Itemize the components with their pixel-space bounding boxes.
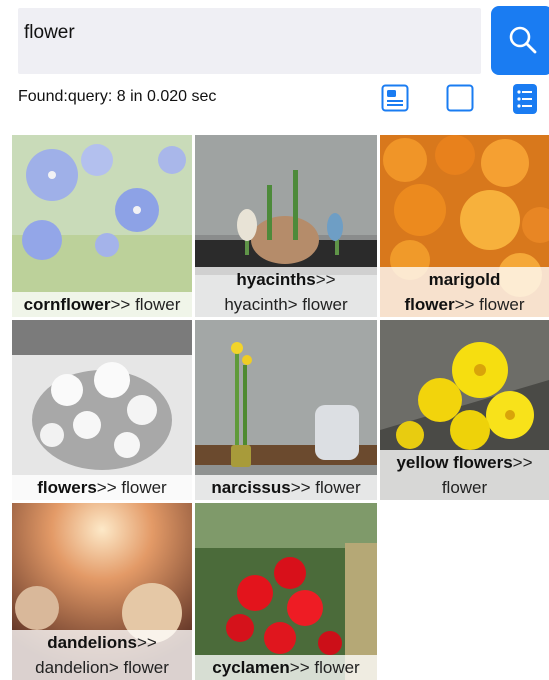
result-tile[interactable]: yellow flowers>> flower [380,320,549,500]
caption-path: dandelion> flower [35,658,169,677]
caption-path: >> flower [110,295,181,314]
caption-term: yellow flowers [396,453,513,472]
result-caption: dandelions>> dandelion> flower [12,630,192,680]
list-view-icon [513,84,537,114]
caption-path: >> flower [454,295,525,314]
caption-term: flowers [37,478,97,497]
caption-path: >> [136,633,157,652]
card-view-button[interactable] [381,84,409,112]
result-tile[interactable]: dandelions>> dandelion> flower [12,503,192,680]
result-caption: narcissus>> flower [195,475,377,500]
result-caption: yellow flowers>> flower [380,450,549,500]
result-caption: flowers>> flower [12,475,192,500]
results-status: Found:query: 8 in 0.020 sec [18,88,217,105]
search-field[interactable] [18,8,481,74]
result-tile[interactable]: hyacinths>> hyacinth> flower [195,135,377,317]
caption-term: dandelions [47,633,137,652]
result-caption: hyacinths>> hyacinth> flower [195,267,377,317]
caption-path: >> [512,453,533,472]
result-caption: cornflower>> flower [12,292,192,317]
result-tile[interactable]: narcissus>> flower [195,320,377,500]
result-tile[interactable]: cyclamen>> flower [195,503,377,680]
caption-term: hyacinths [236,270,316,289]
search-input[interactable] [24,18,464,48]
narcissus-photo [195,320,377,500]
caption-term: marigold [428,270,501,289]
caption-term: cyclamen [212,658,290,677]
single-view-icon [446,84,474,112]
search-button[interactable] [491,6,549,75]
caption-path: >> flower [289,658,360,677]
caption-path: >> flower [290,478,361,497]
caption-path: flower [441,478,488,497]
cornflower-photo [12,135,192,317]
result-caption: marigold flower>> flower [380,267,549,317]
result-caption: cyclamen>> flower [195,655,377,680]
search-icon [509,26,537,54]
result-tile[interactable]: flowers>> flower [12,320,192,500]
caption-path: >> [315,270,336,289]
single-view-button[interactable] [446,84,474,112]
caption-path: hyacinth> flower [224,295,348,314]
result-tile[interactable]: marigold flower>> flower [380,135,549,317]
caption-path: >> flower [96,478,167,497]
result-tile[interactable]: cornflower>> flower [12,135,192,317]
caption-term: cornflower [23,295,111,314]
caption-term: narcissus [211,478,291,497]
cyclamen-photo [195,503,377,680]
caption-term: flower [404,295,455,314]
card-view-icon [381,84,409,112]
list-view-button[interactable] [512,84,538,114]
snowy-flowers-photo [12,320,192,500]
